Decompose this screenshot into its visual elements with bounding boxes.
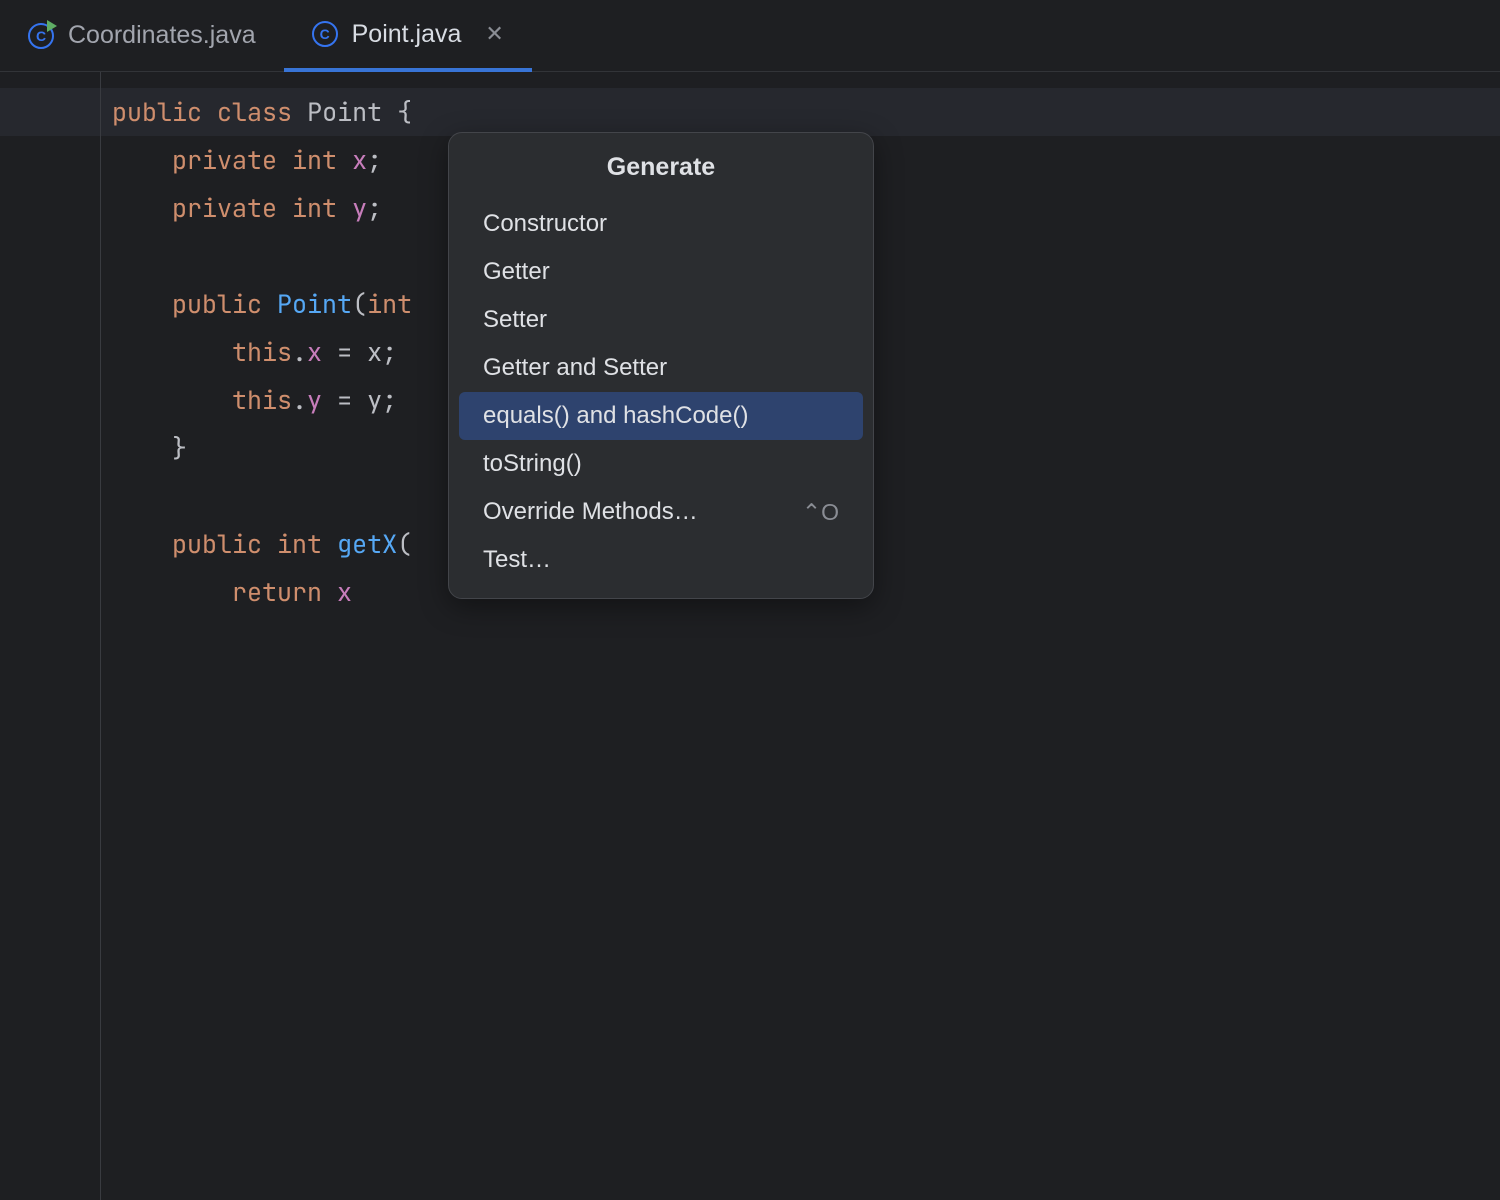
menu-item-getter[interactable]: Getter bbox=[459, 248, 863, 296]
menu-item-tostring[interactable]: toString() bbox=[459, 440, 863, 488]
tab-label: Coordinates.java bbox=[68, 21, 256, 50]
menu-item-constructor[interactable]: Constructor bbox=[459, 200, 863, 248]
menu-item-test[interactable]: Test… bbox=[459, 536, 863, 584]
generate-popup: Generate Constructor Getter Setter Gette… bbox=[448, 132, 874, 599]
tab-label: Point.java bbox=[352, 20, 462, 49]
menu-item-setter[interactable]: Setter bbox=[459, 296, 863, 344]
popup-title: Generate bbox=[449, 139, 873, 200]
tab-point[interactable]: C Point.java ✕ bbox=[284, 1, 532, 72]
java-class-icon: C bbox=[28, 23, 54, 49]
gutter-line bbox=[100, 72, 101, 1200]
menu-item-equals-hashcode[interactable]: equals() and hashCode() bbox=[459, 392, 863, 440]
java-class-icon: C bbox=[312, 21, 338, 47]
menu-item-override[interactable]: Override Methods…⌃O bbox=[459, 488, 863, 536]
tab-bar: C Coordinates.java C Point.java ✕ bbox=[0, 0, 1500, 72]
close-icon[interactable]: ✕ bbox=[485, 21, 503, 47]
code-line: public class Point { bbox=[0, 88, 1500, 136]
tab-coordinates[interactable]: C Coordinates.java bbox=[0, 0, 284, 71]
menu-item-getter-setter[interactable]: Getter and Setter bbox=[459, 344, 863, 392]
